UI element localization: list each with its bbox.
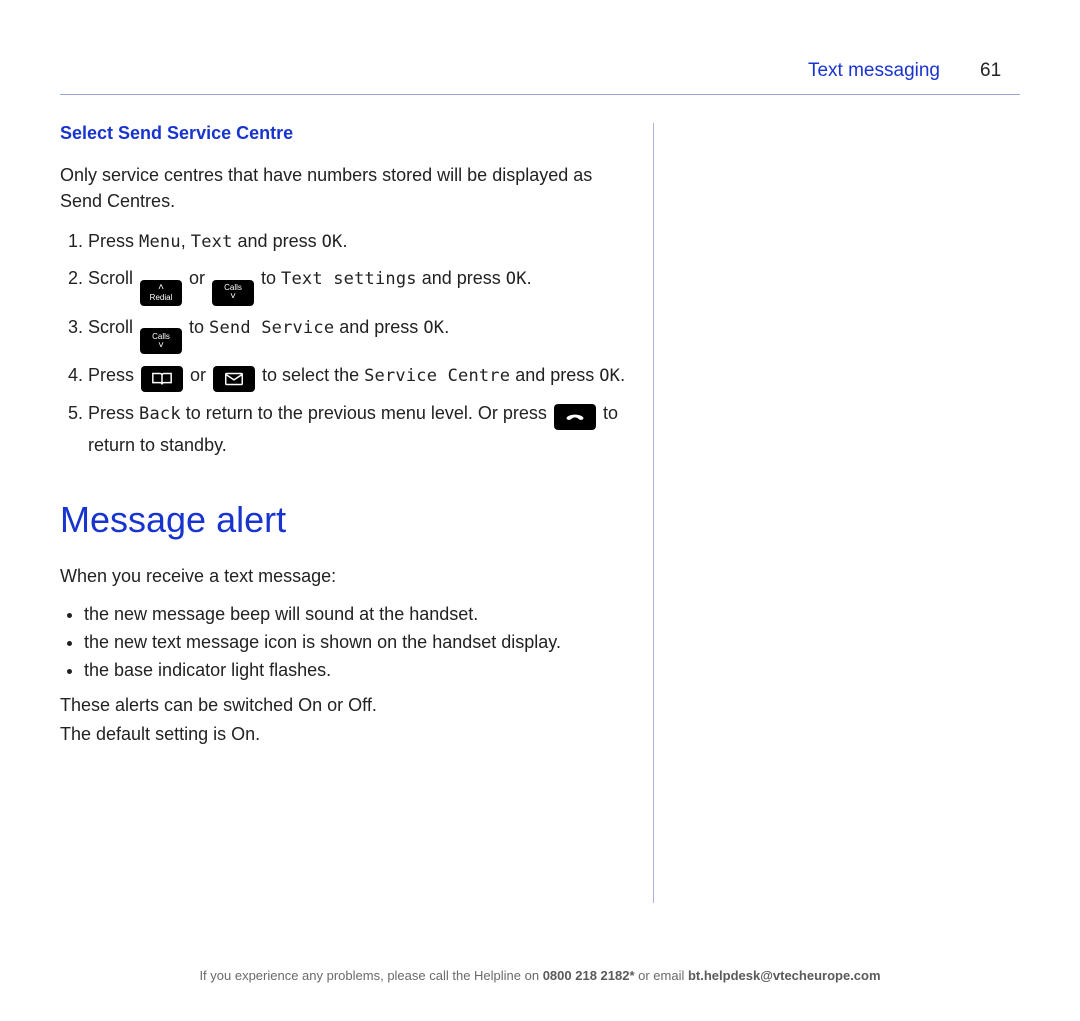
menu-label: Menu xyxy=(139,232,181,252)
steps-list: Press Menu, Text and press OK. Scroll ˄R… xyxy=(60,226,625,460)
text: Press xyxy=(88,231,139,251)
subheading-select-send: Select Send Service Centre xyxy=(60,123,625,144)
calls-down-key-icon: Calls˅ xyxy=(212,280,254,306)
bullet-3: the base indicator light flashes. xyxy=(84,657,625,685)
book-key-icon xyxy=(141,366,183,392)
ok-label: OK xyxy=(322,232,343,252)
text: and press xyxy=(233,231,322,251)
text-label: Text xyxy=(191,232,233,252)
step-1: Press Menu, Text and press OK. xyxy=(88,226,625,257)
target-label: Text settings xyxy=(281,269,417,289)
main-column: Select Send Service Centre Only service … xyxy=(60,123,654,903)
alert-post-1: These alerts can be switched On or Off. xyxy=(60,692,625,718)
step-3: Scroll Calls˅ to Send Service and press … xyxy=(88,312,625,355)
bullet-2: the new text message icon is shown on th… xyxy=(84,629,625,657)
text: or xyxy=(184,268,210,288)
helpline-phone: 0800 218 2182* xyxy=(543,968,635,983)
page-footer: If you experience any problems, please c… xyxy=(0,968,1080,983)
footer-text: or email xyxy=(635,968,688,983)
footer-text: If you experience any problems, please c… xyxy=(199,968,542,983)
bullet-1: the new message beep will sound at the h… xyxy=(84,601,625,629)
text: to xyxy=(184,317,209,337)
text: Press xyxy=(88,365,139,385)
redial-up-key-icon: ˄Redial xyxy=(140,280,182,306)
page-number: 61 xyxy=(980,60,1020,82)
text: to xyxy=(256,268,281,288)
text: Scroll xyxy=(88,268,138,288)
text: or xyxy=(185,365,211,385)
text: . xyxy=(527,268,532,288)
target-label: Send Service xyxy=(209,318,334,338)
ok-label: OK xyxy=(506,269,527,289)
text: to select the xyxy=(257,365,364,385)
text: Press xyxy=(88,403,139,423)
hangup-key-icon xyxy=(554,404,596,430)
helpline-email: bt.helpdesk@vtecheurope.com xyxy=(688,968,881,983)
alert-post-2: The default setting is On. xyxy=(60,721,625,747)
text: , xyxy=(181,231,191,251)
calls-down-key-icon: Calls˅ xyxy=(140,328,182,354)
section-name: Text messaging xyxy=(808,60,940,82)
step-2: Scroll ˄Redial or Calls˅ to Text setting… xyxy=(88,263,625,306)
heading-message-alert: Message alert xyxy=(60,499,625,541)
text: Scroll xyxy=(88,317,138,337)
back-label: Back xyxy=(139,404,181,424)
text: and press xyxy=(510,365,599,385)
intro-paragraph: Only service centres that have numbers s… xyxy=(60,162,625,214)
text: to return to the previous menu level. Or… xyxy=(181,403,552,423)
text: and press xyxy=(417,268,506,288)
text: . xyxy=(444,317,449,337)
alert-bullets: the new message beep will sound at the h… xyxy=(60,601,625,685)
text: and press xyxy=(334,317,423,337)
ok-label: OK xyxy=(423,318,444,338)
alert-intro: When you receive a text message: xyxy=(60,563,625,589)
step-5: Press Back to return to the previous men… xyxy=(88,398,625,461)
step-4: Press or to select the Service Centre an… xyxy=(88,360,625,392)
page-header: Text messaging 61 xyxy=(60,60,1020,95)
text: . xyxy=(620,365,625,385)
manual-page: Text messaging 61 Select Send Service Ce… xyxy=(0,0,1080,1021)
ok-label: OK xyxy=(599,366,620,386)
content-columns: Select Send Service Centre Only service … xyxy=(60,123,1020,903)
key-label: Redial xyxy=(150,294,173,302)
target-label: Service Centre xyxy=(364,366,510,386)
side-column xyxy=(654,123,1020,903)
envelope-key-icon xyxy=(213,366,255,392)
text: . xyxy=(342,231,347,251)
